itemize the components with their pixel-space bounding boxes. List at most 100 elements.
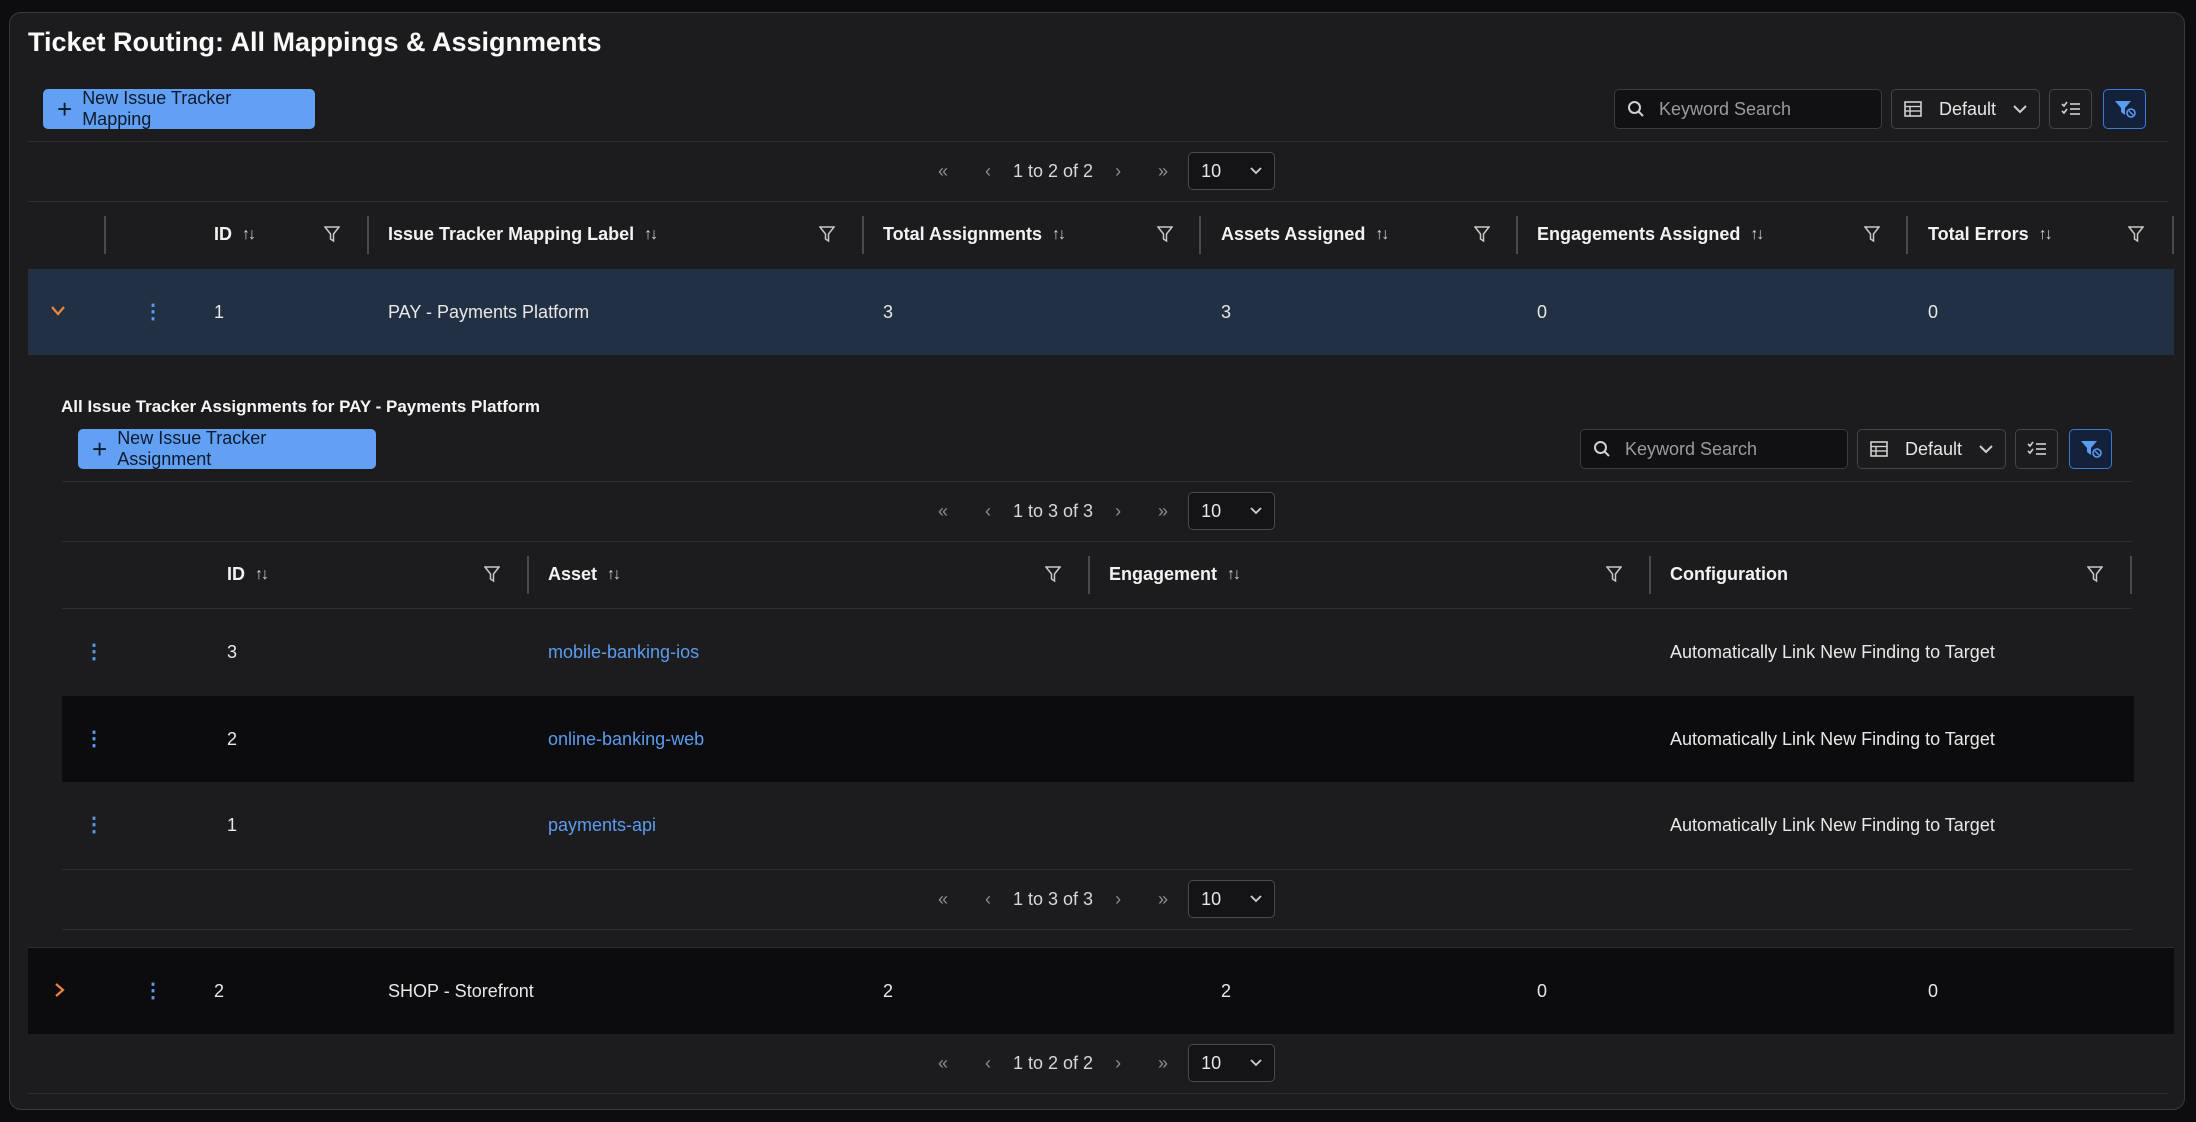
column-separator xyxy=(862,216,864,254)
search-box[interactable] xyxy=(1614,89,1882,129)
view-select-value: Default xyxy=(1938,98,1997,119)
asset-link[interactable]: payments-api xyxy=(548,815,656,836)
page-size-value: 10 xyxy=(1201,1052,1222,1073)
column-header-id[interactable]: ID ↑↓ xyxy=(227,564,269,585)
row-actions-icon[interactable]: ⋮ xyxy=(84,726,104,751)
next-page-icon[interactable]: › xyxy=(1107,889,1129,910)
page-range: 1 to 3 of 3 xyxy=(1013,888,1094,909)
page-range: 1 to 2 of 2 xyxy=(1013,160,1094,181)
sort-icon[interactable]: ↑↓ xyxy=(1227,566,1241,584)
column-header-id[interactable]: ID ↑↓ xyxy=(214,224,256,245)
column-header-total-errors[interactable]: Total Errors ↑↓ xyxy=(1928,224,2053,245)
next-page-icon[interactable]: › xyxy=(1107,501,1129,522)
table-row[interactable]: ⋮ 3 mobile-banking-ios Automatically Lin… xyxy=(62,609,2134,695)
table-row[interactable]: ⋮ 2 online-banking-web Automatically Lin… xyxy=(62,696,2134,782)
table-row[interactable]: ⋮ 1 payments-api Automatically Link New … xyxy=(62,782,2134,868)
column-header-asset[interactable]: Asset ↑↓ xyxy=(548,564,621,585)
chevron-down-icon xyxy=(2013,104,2027,113)
filter-icon[interactable] xyxy=(324,226,340,243)
prev-page-icon[interactable]: ‹ xyxy=(977,1053,999,1074)
first-page-icon[interactable]: « xyxy=(932,161,954,182)
prev-page-icon[interactable]: ‹ xyxy=(977,161,999,182)
filter-icon[interactable] xyxy=(819,226,835,243)
first-page-icon[interactable]: « xyxy=(932,1053,954,1074)
row-actions-icon[interactable]: ⋮ xyxy=(84,639,104,664)
last-page-icon[interactable]: » xyxy=(1152,889,1174,910)
column-header-label[interactable]: Issue Tracker Mapping Label ↑↓ xyxy=(388,224,658,245)
search-icon xyxy=(1628,101,1644,117)
cell-total-assignments: 3 xyxy=(883,302,894,322)
prev-page-icon[interactable]: ‹ xyxy=(977,501,999,522)
row-actions-icon[interactable]: ⋮ xyxy=(143,299,163,324)
page-size-select[interactable]: 10 xyxy=(1188,492,1276,530)
page-size-select[interactable]: 10 xyxy=(1188,152,1276,190)
first-page-icon[interactable]: « xyxy=(932,889,954,910)
filter-icon[interactable] xyxy=(484,566,500,583)
subtable-view-value: Default xyxy=(1904,438,1963,459)
filter-icon[interactable] xyxy=(2087,566,2103,583)
subtable-search-input[interactable] xyxy=(1623,437,1807,461)
column-header-engagements-assigned[interactable]: Engagements Assigned ↑↓ xyxy=(1537,224,1764,245)
filter-icon[interactable] xyxy=(2128,226,2144,243)
column-separator xyxy=(367,216,369,254)
row-actions-icon[interactable]: ⋮ xyxy=(84,812,104,837)
table-row[interactable]: ⋮ 2 SHOP - Storefront 2 2 0 0 xyxy=(28,947,2174,1034)
subtable-view-select[interactable]: Default xyxy=(1857,429,2006,469)
cell-label: PAY - Payments Platform xyxy=(388,302,590,322)
page-size-select[interactable]: 10 xyxy=(1188,1044,1276,1082)
column-separator xyxy=(1199,216,1201,254)
cell-total-errors: 0 xyxy=(1928,981,1939,1001)
column-header-assets-assigned[interactable]: Assets Assigned ↑↓ xyxy=(1221,224,1389,245)
chevron-down-icon xyxy=(1250,895,1262,903)
next-page-icon[interactable]: › xyxy=(1107,1053,1129,1074)
subtable-pagination-top: « ‹ 1 to 3 of 3 › » 10 xyxy=(932,491,1276,531)
next-page-icon[interactable]: › xyxy=(1107,161,1129,182)
asset-link[interactable]: online-banking-web xyxy=(548,729,704,750)
sort-icon[interactable]: ↑↓ xyxy=(1375,226,1389,244)
asset-link[interactable]: mobile-banking-ios xyxy=(548,642,699,663)
sort-icon[interactable]: ↑↓ xyxy=(255,566,269,584)
table-row[interactable]: ⋮ 1 PAY - Payments Platform 3 3 0 0 xyxy=(28,269,2174,355)
subtable-filter-toggle-button[interactable] xyxy=(2069,429,2112,469)
filter-toggle-button[interactable] xyxy=(2103,89,2146,129)
filter-icon[interactable] xyxy=(1045,566,1061,583)
view-select[interactable]: Default xyxy=(1891,89,2040,129)
plus-icon: + xyxy=(57,94,73,124)
checklist-icon xyxy=(2026,441,2046,455)
search-input[interactable] xyxy=(1657,97,1841,121)
last-page-icon[interactable]: » xyxy=(1152,501,1174,522)
pagination-top: « ‹ 1 to 2 of 2 › » 10 xyxy=(932,151,1276,191)
sort-icon[interactable]: ↑↓ xyxy=(2039,226,2053,244)
subtable-search-box[interactable] xyxy=(1580,429,1848,469)
column-header-engagement[interactable]: Engagement ↑↓ xyxy=(1109,564,1241,585)
column-settings-button[interactable] xyxy=(2049,89,2092,129)
sort-icon[interactable]: ↑↓ xyxy=(644,226,658,244)
sort-icon[interactable]: ↑↓ xyxy=(1750,226,1764,244)
cell-id: 3 xyxy=(227,642,238,662)
filter-icon[interactable] xyxy=(1606,566,1622,583)
page-size-select[interactable]: 10 xyxy=(1188,880,1276,918)
last-page-icon[interactable]: » xyxy=(1152,161,1174,182)
prev-page-icon[interactable]: ‹ xyxy=(977,889,999,910)
column-header-total-assignments[interactable]: Total Assignments ↑↓ xyxy=(883,224,1066,245)
last-page-icon[interactable]: » xyxy=(1152,1053,1174,1074)
column-header-configuration[interactable]: Configuration xyxy=(1670,564,1788,585)
cell-configuration: Automatically Link New Finding to Target xyxy=(1670,815,1995,835)
filter-icon[interactable] xyxy=(1157,226,1173,243)
filter-icon[interactable] xyxy=(1474,226,1490,243)
cell-total-errors: 0 xyxy=(1928,302,1939,322)
first-page-icon[interactable]: « xyxy=(932,501,954,522)
new-assignment-button[interactable]: + New Issue Tracker Assignment xyxy=(78,428,376,469)
subtable-column-settings-button[interactable] xyxy=(2015,429,2058,469)
row-actions-icon[interactable]: ⋮ xyxy=(143,978,163,1003)
new-mapping-button[interactable]: + New Issue Tracker Mapping xyxy=(43,88,315,129)
cell-id: 1 xyxy=(227,815,238,835)
sort-icon[interactable]: ↑↓ xyxy=(242,226,256,244)
cell-engagements-assigned: 0 xyxy=(1537,302,1548,322)
chevron-right-icon[interactable] xyxy=(55,983,65,997)
chevron-down-icon xyxy=(1979,444,1993,453)
chevron-down-icon[interactable] xyxy=(51,306,65,316)
sort-icon[interactable]: ↑↓ xyxy=(607,566,621,584)
sort-icon[interactable]: ↑↓ xyxy=(1052,226,1066,244)
filter-icon[interactable] xyxy=(1864,226,1880,243)
